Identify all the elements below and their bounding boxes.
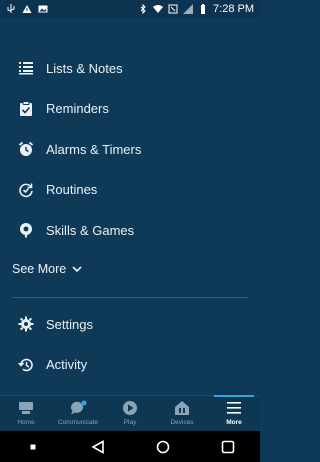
tab-home[interactable]: Home (0, 396, 52, 432)
status-right: 7:28 PM (138, 3, 260, 15)
tab-label: Home (17, 419, 35, 426)
menu-item-skills-games[interactable]: Skills & Games (0, 210, 260, 251)
history-icon (17, 356, 35, 374)
nfc-icon (168, 4, 178, 14)
image-icon (38, 5, 48, 13)
home-circle-icon (156, 440, 169, 453)
bluetooth-icon (140, 4, 146, 14)
dot-icon (30, 444, 35, 449)
tab-communicate[interactable]: Communicate (52, 396, 104, 432)
tab-label: Communicate (57, 419, 99, 426)
overview-button[interactable] (218, 437, 238, 457)
chevron-down-icon (72, 266, 82, 273)
menu-item-label: Routines (46, 182, 98, 198)
recent-dot-button[interactable] (23, 437, 43, 457)
see-more-label: See More (12, 262, 67, 276)
divider (12, 297, 248, 298)
secondary-menu: Settings Activity (0, 304, 260, 385)
menu-item-label: Activity (46, 357, 88, 373)
status-left (0, 4, 48, 14)
devices-icon (173, 400, 191, 416)
status-bar: 7:28 PM (0, 0, 260, 18)
hamburger-icon (225, 400, 243, 416)
menu-item-lists-notes[interactable]: Lists & Notes (0, 48, 260, 89)
skills-icon (17, 221, 35, 239)
home-button[interactable] (153, 437, 173, 457)
signal-icon (183, 4, 194, 14)
menu-item-activity[interactable]: Activity (0, 345, 260, 386)
alarm-icon (17, 140, 35, 158)
back-button[interactable] (88, 437, 108, 457)
tab-devices[interactable]: Devices (156, 396, 208, 432)
alert-icon (22, 5, 32, 13)
tab-label: Devices (170, 419, 194, 426)
gear-icon (17, 315, 35, 333)
list-icon (17, 59, 35, 77)
menu-item-label: Reminders (46, 101, 109, 117)
battery-icon (201, 4, 206, 14)
menu-item-settings[interactable]: Settings (0, 304, 260, 345)
tab-more[interactable]: More (208, 395, 260, 432)
menu-item-reminders[interactable]: Reminders (0, 89, 260, 130)
chat-icon (69, 400, 87, 416)
menu-item-label: Skills & Games (46, 222, 135, 238)
play-icon (121, 400, 139, 416)
menu-item-label: Alarms & Timers (46, 141, 142, 157)
tab-label: More (226, 419, 242, 426)
menu-item-routines[interactable]: Routines (0, 170, 260, 211)
reminder-icon (17, 100, 35, 118)
wifi-icon (153, 5, 164, 13)
routine-icon (17, 181, 35, 199)
overview-icon (221, 440, 234, 453)
back-icon (90, 439, 104, 454)
more-menu: Lists & Notes Reminders Alarms & Timers … (0, 48, 260, 251)
tab-play[interactable]: Play (104, 396, 156, 432)
menu-item-alarms-timers[interactable]: Alarms & Timers (0, 129, 260, 170)
status-time: 7:28 PM (213, 3, 254, 15)
system-nav-bar (0, 431, 260, 462)
tab-label: Play (123, 419, 137, 426)
menu-item-label: Settings (46, 316, 93, 332)
bottom-nav: Home Communicate Play Devices More (0, 395, 260, 432)
home-icon (17, 400, 35, 416)
menu-item-label: Lists & Notes (46, 60, 123, 76)
see-more-button[interactable]: See More (12, 262, 82, 276)
usb-icon (7, 4, 15, 13)
